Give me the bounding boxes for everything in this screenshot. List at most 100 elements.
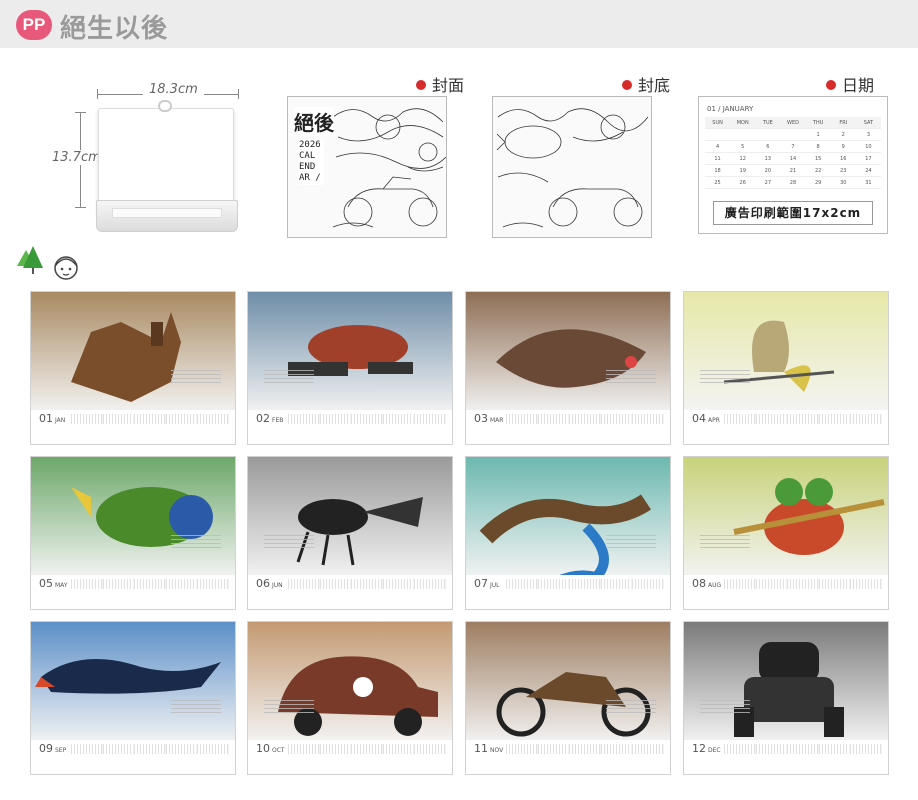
day-row [288,744,446,754]
cover-year: 2026 CAL END AR / [298,139,324,185]
mechanical-turtle-illustration [288,325,413,376]
front-cover-image: 絕後 2026 CAL END AR / [287,96,447,238]
month-number: 06 JUN [256,577,283,590]
month-num-text: 02 [256,412,270,425]
month-page-05: 05 MAY [30,456,236,610]
month-abbr: NOV [490,747,504,754]
date-label: 日期 [826,72,874,96]
mechanical-fish-illustration [496,329,646,388]
page-title: 絕生以後 [60,14,169,44]
back-cover-label: 封底 [622,72,670,96]
date-page-preview: 01 / JANUARY SUN MON TUE WED THU FRI SAT 123 4… [698,96,888,234]
month-abbr: JAN [55,417,66,424]
month-number: 11 NOV [474,742,503,755]
caption-text-block [264,535,314,551]
month-num-text: 10 [256,742,270,755]
month-num-text: 06 [256,577,270,590]
mechanical-bird-illustration [71,487,213,547]
month-abbr: MAY [55,582,68,589]
month-number: 07 JUL [474,577,500,590]
mechanical-butterfly-illustration [723,320,835,392]
mechanical-gorilla-illustration [734,642,844,737]
month-number: 09 SEP [39,742,66,755]
month-number: 01 JAN [39,412,65,425]
caption-text-block [700,370,750,386]
height-label: 13.7cm [52,150,101,165]
caption-text-block [171,700,221,716]
page-header: PP 絕生以後 [0,0,918,48]
back-cover-image [492,96,652,238]
caption-text-block [264,370,314,386]
day-row [506,744,664,754]
month-num-text: 07 [474,577,488,590]
month-page-06: 06 JUN [247,456,453,610]
caption-text-block [700,700,750,716]
width-dimension: 18.3cm [97,82,239,102]
month-number: 10 OCT [256,742,285,755]
day-row [724,744,882,754]
day-row [506,579,664,589]
day-row [724,414,882,424]
month-abbr: MAR [490,417,504,424]
month-page-01: 01 JAN [30,291,236,445]
month-number: 05 MAY [39,577,67,590]
caption-text-block [171,370,221,386]
day-row [71,744,229,754]
cover-label: 封面 [416,72,464,96]
mechanical-lizard-illustration [479,494,651,579]
height-dimension: 13.7cm [52,112,101,208]
mechanical-frog-illustration [733,478,885,555]
month-abbr: FEB [272,417,284,424]
month-abbr: APR [708,417,720,424]
month-num-text: 08 [692,577,706,590]
month-num-text: 05 [39,577,53,590]
month-abbr: SEP [55,747,67,754]
month-number: 12 DEC [692,742,721,755]
caption-text-block [606,535,656,551]
month-number: 03 MAR [474,412,503,425]
vintage-car-illustration [278,656,438,736]
month-num-text: 03 [474,412,488,425]
mechanical-beetle-illustration [296,497,423,566]
cover-title: 絕後 [294,107,334,136]
month-num-text: 01 [39,412,53,425]
month-num-text: 12 [692,742,706,755]
day-row [724,579,882,589]
mini-month-label: 01 / JANUARY [707,105,754,113]
month-page-02: 02 FEB [247,291,453,445]
month-abbr: JUN [272,582,283,589]
caption-text-block [606,700,656,716]
caption-text-block [606,370,656,386]
day-row [288,579,446,589]
caption-text-block [264,700,314,716]
month-page-10: 10 OCT [247,621,453,775]
mechanical-cat-illustration [71,312,181,402]
month-abbr: AUG [708,582,722,589]
month-abbr: DEC [708,747,721,754]
calendar-stand-image [96,100,238,232]
width-label: 18.3cm [143,82,204,97]
month-number: 08 AUG [692,577,721,590]
month-num-text: 04 [692,412,706,425]
motorcycle-illustration [496,672,651,737]
month-page-08: 08 AUG [683,456,889,610]
month-number: 02 FEB [256,412,283,425]
month-page-04: 04 APR [683,291,889,445]
caption-text-block [700,535,750,551]
month-abbr: JUL [490,582,500,589]
month-num-text: 11 [474,742,488,755]
day-row [506,414,664,424]
day-row [71,579,229,589]
pp-badge: PP [16,10,52,40]
month-abbr: OCT [272,747,285,754]
mini-calendar-grid: SUN MON TUE WED THU FRI SAT 123 4 5 6 7 8 9 10 11 12 1… [705,117,881,189]
day-row [71,414,229,424]
month-number: 04 APR [692,412,720,425]
tree-icon [17,246,43,274]
month-page-11: 11 NOV [465,621,671,775]
month-page-07: 07 JUL [465,456,671,610]
girl-face-icon [54,256,78,280]
ad-print-area-label: 廣告印刷範圍17x2cm [713,201,873,225]
day-row [288,414,446,424]
month-num-text: 09 [39,742,53,755]
